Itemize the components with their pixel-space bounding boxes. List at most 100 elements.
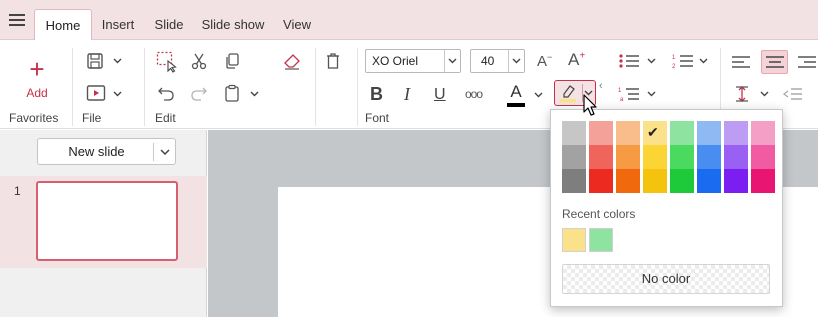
slide-thumbnail-row[interactable]: 1 bbox=[0, 176, 207, 268]
bullet-list-icon[interactable] bbox=[617, 51, 641, 71]
recent-colors-row bbox=[562, 228, 613, 252]
eraser-icon[interactable] bbox=[281, 51, 303, 71]
color-swatch[interactable] bbox=[616, 145, 640, 169]
color-swatch[interactable] bbox=[751, 121, 775, 145]
tab-slide-show[interactable]: Slide show bbox=[198, 10, 268, 40]
group-separator bbox=[357, 48, 358, 126]
color-swatch[interactable] bbox=[670, 145, 694, 169]
color-swatch[interactable] bbox=[724, 145, 748, 169]
color-swatch[interactable] bbox=[589, 121, 613, 145]
chevron-down-icon[interactable] bbox=[760, 91, 769, 99]
highlighter-icon bbox=[558, 83, 578, 106]
color-swatch[interactable] bbox=[616, 169, 640, 193]
checkmark-icon: ✔ bbox=[647, 124, 659, 140]
ribbon-tab-bar: Home Insert Slide Slide show View bbox=[0, 0, 818, 41]
slides-panel: New slide 1 bbox=[0, 130, 207, 317]
add-button[interactable]: + Add bbox=[20, 54, 54, 100]
underline-button[interactable]: U bbox=[434, 86, 446, 104]
align-left-icon[interactable] bbox=[730, 53, 752, 71]
color-swatch[interactable] bbox=[670, 121, 694, 145]
align-center-icon[interactable] bbox=[761, 50, 788, 74]
color-swatch[interactable] bbox=[562, 121, 586, 145]
chevron-down-icon[interactable] bbox=[647, 58, 656, 66]
select-icon[interactable] bbox=[156, 51, 178, 73]
recent-colors-label: Recent colors bbox=[562, 207, 636, 221]
save-icon[interactable] bbox=[85, 51, 105, 71]
group-label-favorites: Favorites bbox=[9, 111, 59, 125]
align-right-icon[interactable] bbox=[796, 53, 818, 71]
slide-number: 1 bbox=[14, 184, 21, 198]
color-swatch-grid: ✔ bbox=[562, 121, 775, 193]
font-size-value: 40 bbox=[481, 54, 495, 68]
decrease-indent-icon[interactable] bbox=[782, 85, 804, 103]
group-separator bbox=[72, 48, 73, 126]
color-swatch[interactable] bbox=[589, 169, 613, 193]
chevron-down-icon[interactable] bbox=[153, 143, 175, 161]
font-color-button[interactable]: A bbox=[506, 82, 526, 107]
chevron-down-icon[interactable] bbox=[534, 92, 543, 100]
present-icon[interactable] bbox=[85, 83, 107, 103]
bold-button[interactable]: B bbox=[370, 84, 383, 105]
copy-icon[interactable] bbox=[222, 51, 242, 71]
chevron-down-icon[interactable] bbox=[113, 91, 122, 99]
color-swatch[interactable] bbox=[751, 169, 775, 193]
color-swatch[interactable] bbox=[562, 169, 586, 193]
italic-button[interactable]: I bbox=[404, 84, 410, 105]
svg-text:2: 2 bbox=[672, 64, 676, 69]
grow-font-button[interactable]: A+ bbox=[568, 50, 585, 70]
font-color-bar bbox=[507, 103, 525, 107]
undo-icon[interactable] bbox=[156, 83, 176, 103]
slide-thumbnail[interactable] bbox=[36, 181, 178, 261]
group-label-file: File bbox=[82, 111, 102, 125]
color-swatch[interactable] bbox=[616, 121, 640, 145]
chevron-down-icon[interactable] bbox=[444, 50, 460, 72]
tab-insert[interactable]: Insert bbox=[96, 10, 140, 40]
color-swatch[interactable] bbox=[589, 145, 613, 169]
color-swatch[interactable] bbox=[697, 121, 721, 145]
multilevel-list-icon[interactable]: 1a bbox=[617, 84, 641, 104]
font-name-value: XO Oriel bbox=[372, 54, 419, 68]
numbered-list-icon[interactable]: 12 bbox=[671, 51, 695, 71]
chevron-down-icon[interactable] bbox=[113, 58, 122, 66]
color-swatch[interactable] bbox=[670, 169, 694, 193]
group-separator bbox=[144, 48, 145, 126]
shrink-font-button[interactable]: A− bbox=[537, 52, 552, 70]
color-swatch[interactable] bbox=[724, 169, 748, 193]
new-slide-button[interactable]: New slide bbox=[37, 138, 176, 165]
tab-home[interactable]: Home bbox=[34, 9, 92, 41]
recent-color-swatch[interactable] bbox=[589, 228, 613, 252]
chevron-down-icon[interactable] bbox=[699, 58, 708, 66]
new-slide-label: New slide bbox=[68, 144, 125, 159]
color-swatch[interactable] bbox=[562, 145, 586, 169]
group-label-edit: Edit bbox=[155, 111, 176, 125]
highlight-color-popup: ✔ Recent colors No color bbox=[550, 109, 783, 307]
menu-icon[interactable] bbox=[9, 14, 25, 26]
tab-slide[interactable]: Slide bbox=[148, 10, 190, 40]
color-swatch[interactable] bbox=[697, 145, 721, 169]
font-color-icon: A bbox=[510, 82, 522, 101]
paste-icon[interactable] bbox=[222, 83, 242, 103]
color-swatch[interactable]: ✔ bbox=[643, 121, 667, 145]
more-formatting-button[interactable]: ooo bbox=[465, 87, 483, 101]
plus-icon: + bbox=[29, 54, 45, 84]
group-separator bbox=[315, 48, 316, 126]
chevron-down-icon[interactable] bbox=[647, 91, 656, 99]
recent-color-swatch[interactable] bbox=[562, 228, 586, 252]
color-swatch[interactable] bbox=[724, 121, 748, 145]
chevron-down-icon[interactable] bbox=[508, 50, 524, 72]
font-name-select[interactable]: XO Oriel bbox=[365, 49, 461, 73]
color-swatch[interactable] bbox=[751, 145, 775, 169]
redo-icon[interactable] bbox=[189, 83, 209, 103]
color-swatch[interactable] bbox=[643, 145, 667, 169]
no-color-button[interactable]: No color bbox=[562, 264, 770, 294]
tab-view[interactable]: View bbox=[278, 10, 316, 40]
cut-icon[interactable] bbox=[189, 51, 209, 71]
color-swatch[interactable] bbox=[697, 169, 721, 193]
font-size-select[interactable]: 40 bbox=[470, 49, 525, 73]
chevron-down-icon[interactable] bbox=[250, 91, 259, 99]
line-spacing-icon[interactable] bbox=[733, 84, 751, 104]
color-swatch[interactable] bbox=[643, 169, 667, 193]
delete-icon[interactable] bbox=[323, 51, 343, 71]
collapse-arrow-icon[interactable]: ‹ bbox=[599, 80, 603, 92]
shrink-font-icon: A bbox=[537, 53, 548, 70]
